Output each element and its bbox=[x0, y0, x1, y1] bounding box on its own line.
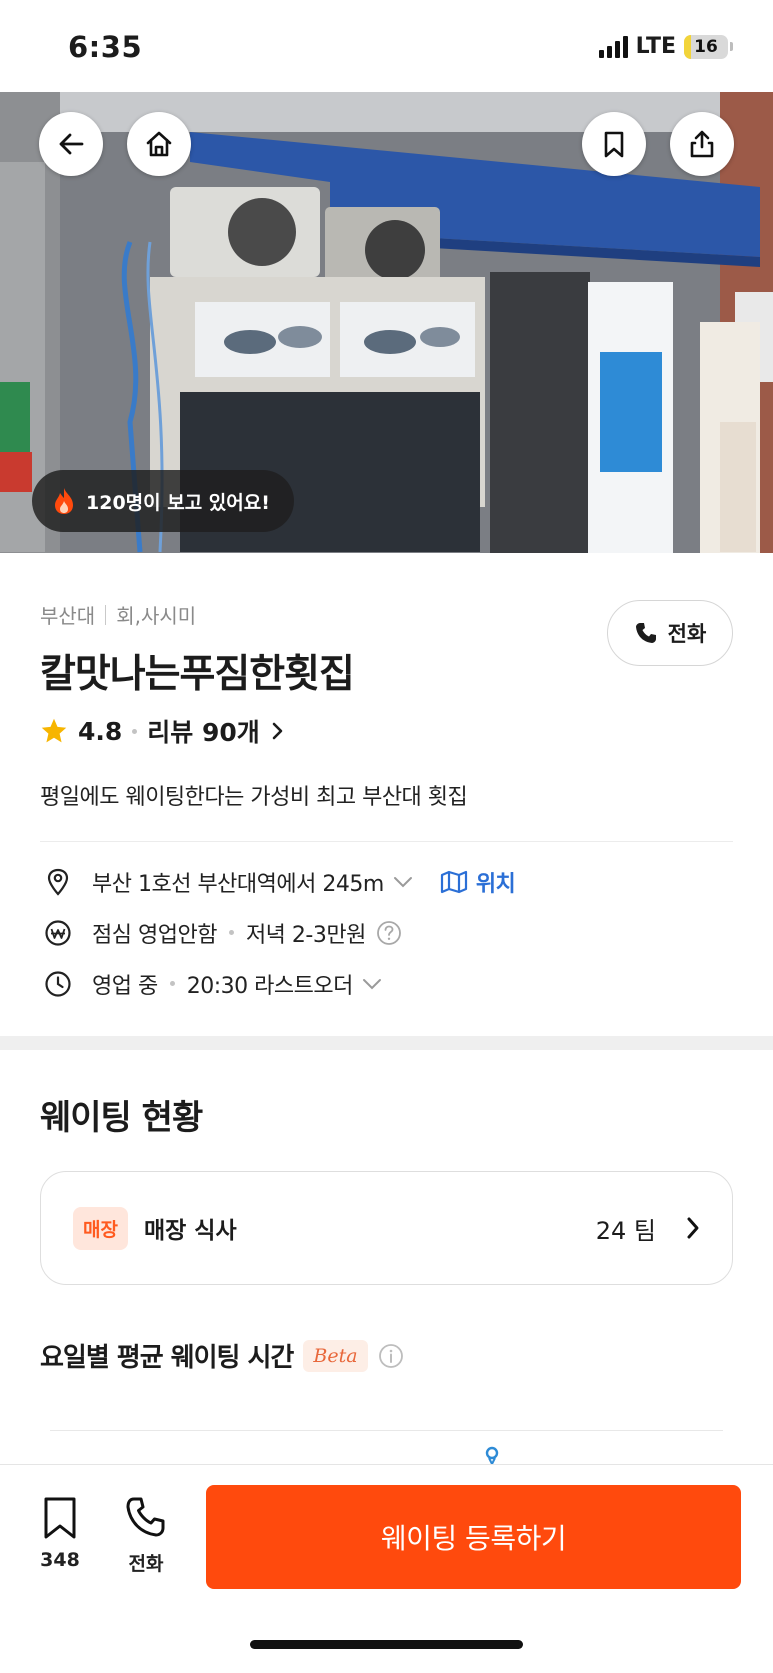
bottom-call-label: 전화 bbox=[128, 1553, 164, 1575]
won-icon bbox=[40, 919, 76, 947]
location-text: 부산 1호선 부산대역에서 245m bbox=[92, 871, 384, 897]
network-label: LTE bbox=[635, 34, 676, 59]
home-indicator[interactable] bbox=[250, 1640, 523, 1649]
last-order-text: 20:30 라스트오더 bbox=[186, 973, 354, 999]
dinner-price: 저녁 2-3만원 bbox=[245, 922, 366, 948]
home-button[interactable] bbox=[127, 112, 191, 176]
open-status: 영업 중 bbox=[92, 973, 158, 999]
star-icon bbox=[41, 718, 67, 743]
dine-in-label: 매장 식사 bbox=[143, 1218, 237, 1244]
place-info: 부산대 회,사시미 전화 칼맛나는푸짐한횟집 4.8 리뷰 90개 평일에도 웨… bbox=[40, 600, 733, 1009]
share-icon bbox=[690, 130, 714, 158]
bookmark-icon bbox=[604, 131, 624, 158]
map-icon bbox=[440, 870, 467, 893]
lunch-price: 점심 영업안함 bbox=[92, 922, 217, 948]
chevron-right-icon bbox=[687, 1217, 699, 1239]
home-icon bbox=[146, 131, 172, 157]
battery-tip bbox=[730, 42, 733, 51]
fire-icon bbox=[55, 488, 73, 514]
viewing-count-pill: 120명이 보고 있어요! bbox=[32, 470, 294, 532]
chevron-right-icon bbox=[272, 722, 283, 740]
area-label: 부산대 bbox=[40, 604, 96, 628]
status-indicators: LTE 16 bbox=[598, 34, 733, 59]
clock-icon bbox=[40, 970, 76, 998]
beta-badge: Beta bbox=[303, 1339, 368, 1372]
avg-waiting-title: 요일별 평균 웨이팅 시간 bbox=[40, 1343, 294, 1373]
chevron-down-icon[interactable] bbox=[361, 977, 383, 991]
price-row: 점심 영업안함 저녁 2-3만원 bbox=[40, 907, 733, 958]
bookmark-button[interactable] bbox=[582, 112, 646, 176]
chevron-down-icon[interactable] bbox=[392, 875, 414, 889]
call-button[interactable]: 전화 bbox=[607, 600, 733, 666]
battery-percent: 16 bbox=[694, 36, 718, 57]
separator-dot bbox=[169, 981, 175, 986]
dine-in-waiting-card[interactable]: 매장 매장 식사 24 팀 bbox=[40, 1171, 733, 1285]
hero-image[interactable]: 120명이 보고 있어요! bbox=[0, 92, 773, 553]
signal-icon bbox=[598, 35, 628, 58]
separator-dot bbox=[228, 930, 234, 935]
location-pin-icon bbox=[40, 868, 76, 896]
arrow-left-icon bbox=[59, 133, 84, 155]
info-icon[interactable] bbox=[378, 1343, 404, 1369]
waiting-title: 웨이팅 현황 bbox=[40, 1098, 203, 1138]
location-row[interactable]: 부산 1호선 부산대역에서 245m 위치 bbox=[40, 856, 733, 907]
chart-marker-icon bbox=[485, 1446, 499, 1466]
phone-icon bbox=[635, 623, 656, 643]
map-link-label: 위치 bbox=[475, 871, 516, 897]
hours-row[interactable]: 영업 중 20:30 라스트오더 bbox=[40, 958, 733, 1009]
status-time: 6:35 bbox=[68, 30, 143, 64]
register-waiting-button[interactable]: 웨이팅 등록하기 bbox=[206, 1485, 741, 1589]
map-link[interactable]: 위치 bbox=[440, 866, 516, 898]
viewing-count-text: 120명이 보고 있어요! bbox=[86, 491, 270, 514]
back-button[interactable] bbox=[39, 112, 103, 176]
battery-icon: 16 bbox=[684, 34, 728, 59]
place-tagline: 평일에도 웨이팅한다는 가성비 최고 부산대 횟집 bbox=[40, 785, 468, 810]
call-button-label: 전화 bbox=[667, 622, 707, 646]
share-button[interactable] bbox=[670, 112, 734, 176]
section-divider bbox=[40, 841, 733, 842]
phone-icon bbox=[126, 1497, 165, 1537]
waiting-section: 웨이팅 현황 매장 매장 식사 24 팀 요일별 평균 웨이팅 시간 Beta bbox=[40, 1090, 733, 1466]
dine-in-badge: 매장 bbox=[73, 1206, 128, 1250]
rating-row[interactable]: 4.8 리뷰 90개 bbox=[40, 713, 733, 749]
detail-list: 부산 1호선 부산대역에서 245m 위치 점심 영업안함 저녁 2-3만원 영… bbox=[40, 856, 733, 1009]
chart-baseline bbox=[50, 1430, 723, 1431]
help-icon[interactable] bbox=[376, 920, 402, 946]
category-divider bbox=[105, 604, 107, 625]
rating-value: 4.8 bbox=[78, 716, 123, 746]
status-bar: 6:35 LTE 16 bbox=[0, 0, 773, 92]
separator-dot bbox=[132, 728, 138, 734]
battery-level bbox=[684, 34, 692, 59]
section-gap bbox=[0, 1036, 773, 1050]
avg-waiting-header: 요일별 평균 웨이팅 시간 Beta bbox=[40, 1337, 733, 1374]
bookmark-icon bbox=[44, 1497, 76, 1539]
review-count-link[interactable]: 리뷰 90개 bbox=[147, 713, 260, 749]
bottom-bookmark-button[interactable]: 348 bbox=[36, 1495, 84, 1571]
waiting-team-count: 24 팀 bbox=[595, 1216, 656, 1245]
category-label: 회,사시미 bbox=[116, 604, 197, 628]
bookmark-count: 348 bbox=[40, 1549, 80, 1571]
bottom-call-button[interactable]: 전화 bbox=[122, 1495, 170, 1576]
